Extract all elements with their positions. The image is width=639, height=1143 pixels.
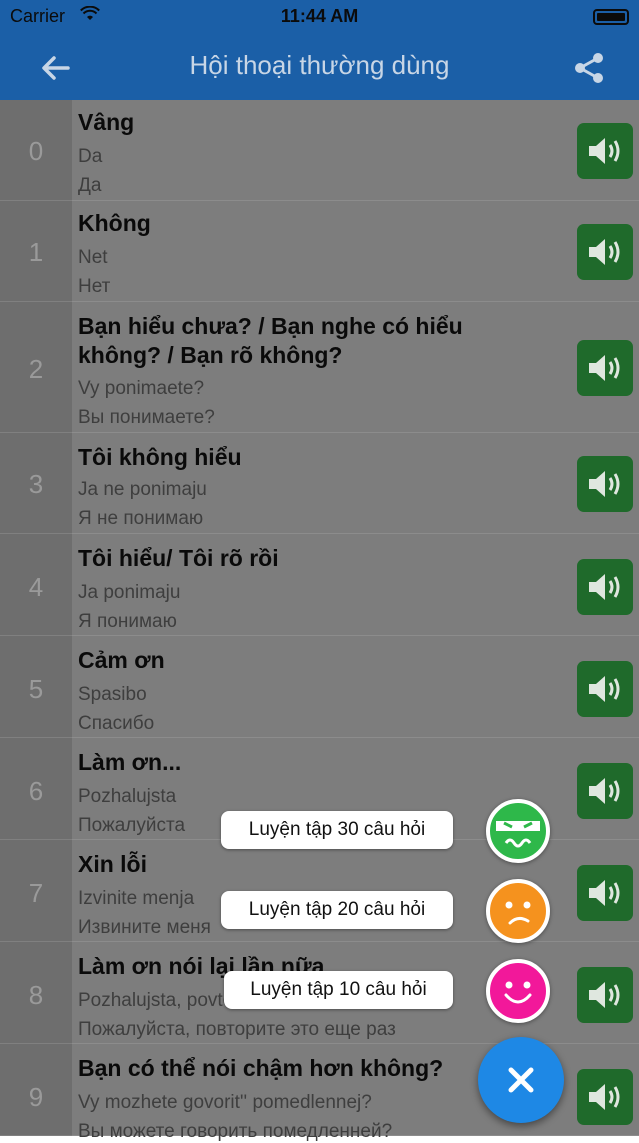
item-number: 2 — [28, 354, 44, 384]
practice-20-button[interactable] — [486, 879, 550, 943]
speaker-button[interactable] — [577, 967, 633, 1023]
speaker-icon — [589, 355, 620, 381]
phrase-transliteration: Ja ponimaju — [78, 582, 181, 603]
phrase-vietnamese: Làm ơn... — [78, 749, 182, 775]
speaker-button[interactable] — [577, 865, 633, 921]
speaker-icon — [589, 574, 620, 600]
phrase-transliteration: Ja ne ponimaju — [78, 479, 207, 500]
confused-face-icon — [505, 901, 531, 925]
practice-10-button[interactable] — [486, 959, 550, 1023]
phrase-russian: Нет — [78, 276, 111, 297]
practice-30-label[interactable]: Luyện tập 30 câu hỏi — [221, 811, 453, 849]
speaker-button[interactable] — [577, 661, 633, 717]
speaker-button[interactable] — [577, 559, 633, 615]
fab-close-button[interactable] — [478, 1037, 564, 1123]
phrase-transliteration: Spasibo — [78, 684, 147, 705]
phrase-russian: Вы понимаете? — [78, 407, 215, 428]
phrase-transliteration: Izvinite menja — [78, 888, 195, 909]
speaker-icon — [589, 471, 620, 497]
phrase-transliteration: Pozhalujsta — [78, 786, 177, 807]
item-number: 7 — [28, 878, 44, 908]
item-number: 1 — [28, 237, 44, 267]
speaker-button[interactable] — [577, 1069, 633, 1125]
phrase-russian: Спасибо — [78, 713, 155, 734]
speaker-icon — [589, 239, 620, 265]
practice-30-button[interactable] — [486, 799, 550, 863]
speaker-button[interactable] — [577, 340, 633, 396]
item-number: 3 — [28, 469, 44, 499]
phrase-russian: Да — [78, 175, 102, 196]
share-icon[interactable] — [569, 48, 609, 88]
sick-face-icon — [496, 821, 540, 848]
battery-icon — [593, 9, 629, 25]
phrase-vietnamese: Bạn hiểu chưa? / Bạn nghe có hiểu không?… — [78, 313, 463, 368]
phrase-transliteration: Vy ponimaete? — [78, 378, 205, 399]
phrase-russian: Пожалуйста — [78, 815, 186, 836]
phrase-vietnamese: Vâng — [78, 109, 135, 135]
phrase-vietnamese: Bạn có thể nói chậm hơn không? — [78, 1055, 444, 1081]
phrase-russian: Я понимаю — [78, 611, 177, 632]
phrase-vietnamese: Tôi không hiểu — [78, 444, 242, 470]
speaker-icon — [589, 778, 620, 804]
phrase-vietnamese: Cảm ơn — [78, 647, 165, 673]
phrase-transliteration: Net — [78, 247, 108, 268]
item-number: 9 — [28, 1082, 44, 1112]
practice-10-label[interactable]: Luyện tập 10 câu hỏi — [224, 971, 453, 1009]
status-time: 11:44 AM — [280, 6, 359, 26]
list-item: 2 Bạn hiểu chưa? / Bạn nghe có hiểu khôn… — [0, 302, 639, 433]
close-icon — [508, 1067, 534, 1093]
phrase-vietnamese: Xin lỗi — [78, 851, 147, 877]
item-number: 8 — [28, 980, 44, 1010]
list-item: 5 Cảm ơn Spasibo Спасибо — [0, 636, 639, 738]
smiley-face-icon — [504, 981, 532, 1004]
list-item: 3 Tôi không hiểu Ja ne ponimaju Я не пон… — [0, 433, 639, 534]
item-number: 6 — [28, 776, 44, 806]
speaker-button[interactable] — [577, 123, 633, 179]
practice-20-label[interactable]: Luyện tập 20 câu hỏi — [221, 891, 453, 929]
speaker-icon — [589, 982, 620, 1008]
phrase-transliteration: Da — [78, 146, 103, 167]
item-number: 4 — [28, 572, 44, 602]
list-item: 4 Tôi hiểu/ Tôi rõ rồi Ja ponimaju Я пон… — [0, 534, 639, 636]
speaker-icon — [589, 880, 620, 906]
speaker-icon — [589, 138, 620, 164]
list-item: 0 Vâng Da Да — [0, 100, 639, 201]
status-bar: Carrier 11:44 AM — [0, 0, 639, 34]
phrase-vietnamese: Không — [78, 210, 151, 236]
phrase-russian: Вы можете говорить помедленней? — [78, 1121, 393, 1142]
phrase-transliteration: Vy mozhete govorit'' pomedlennej? — [78, 1092, 372, 1113]
speaker-button[interactable] — [577, 456, 633, 512]
phrase-russian: Пожалуйста, повторите это еще раз — [78, 1019, 396, 1040]
speaker-button[interactable] — [577, 224, 633, 280]
arrow-left-icon[interactable] — [36, 48, 76, 88]
speaker-icon — [589, 676, 620, 702]
nav-bar: Hội thoại thường dùng — [0, 34, 639, 100]
speaker-button[interactable] — [577, 763, 633, 819]
list-item: 1 Không Net Нет — [0, 201, 639, 302]
phrase-russian: Я не понимаю — [78, 508, 204, 529]
phrase-vietnamese: Tôi hiểu/ Tôi rõ rồi — [78, 545, 279, 571]
item-number: 5 — [28, 674, 44, 704]
phrase-russian: Извините меня — [78, 917, 211, 938]
item-number: 0 — [28, 136, 44, 166]
page-title: Hội thoại thường dùng — [189, 50, 450, 80]
speaker-icon — [589, 1084, 620, 1110]
